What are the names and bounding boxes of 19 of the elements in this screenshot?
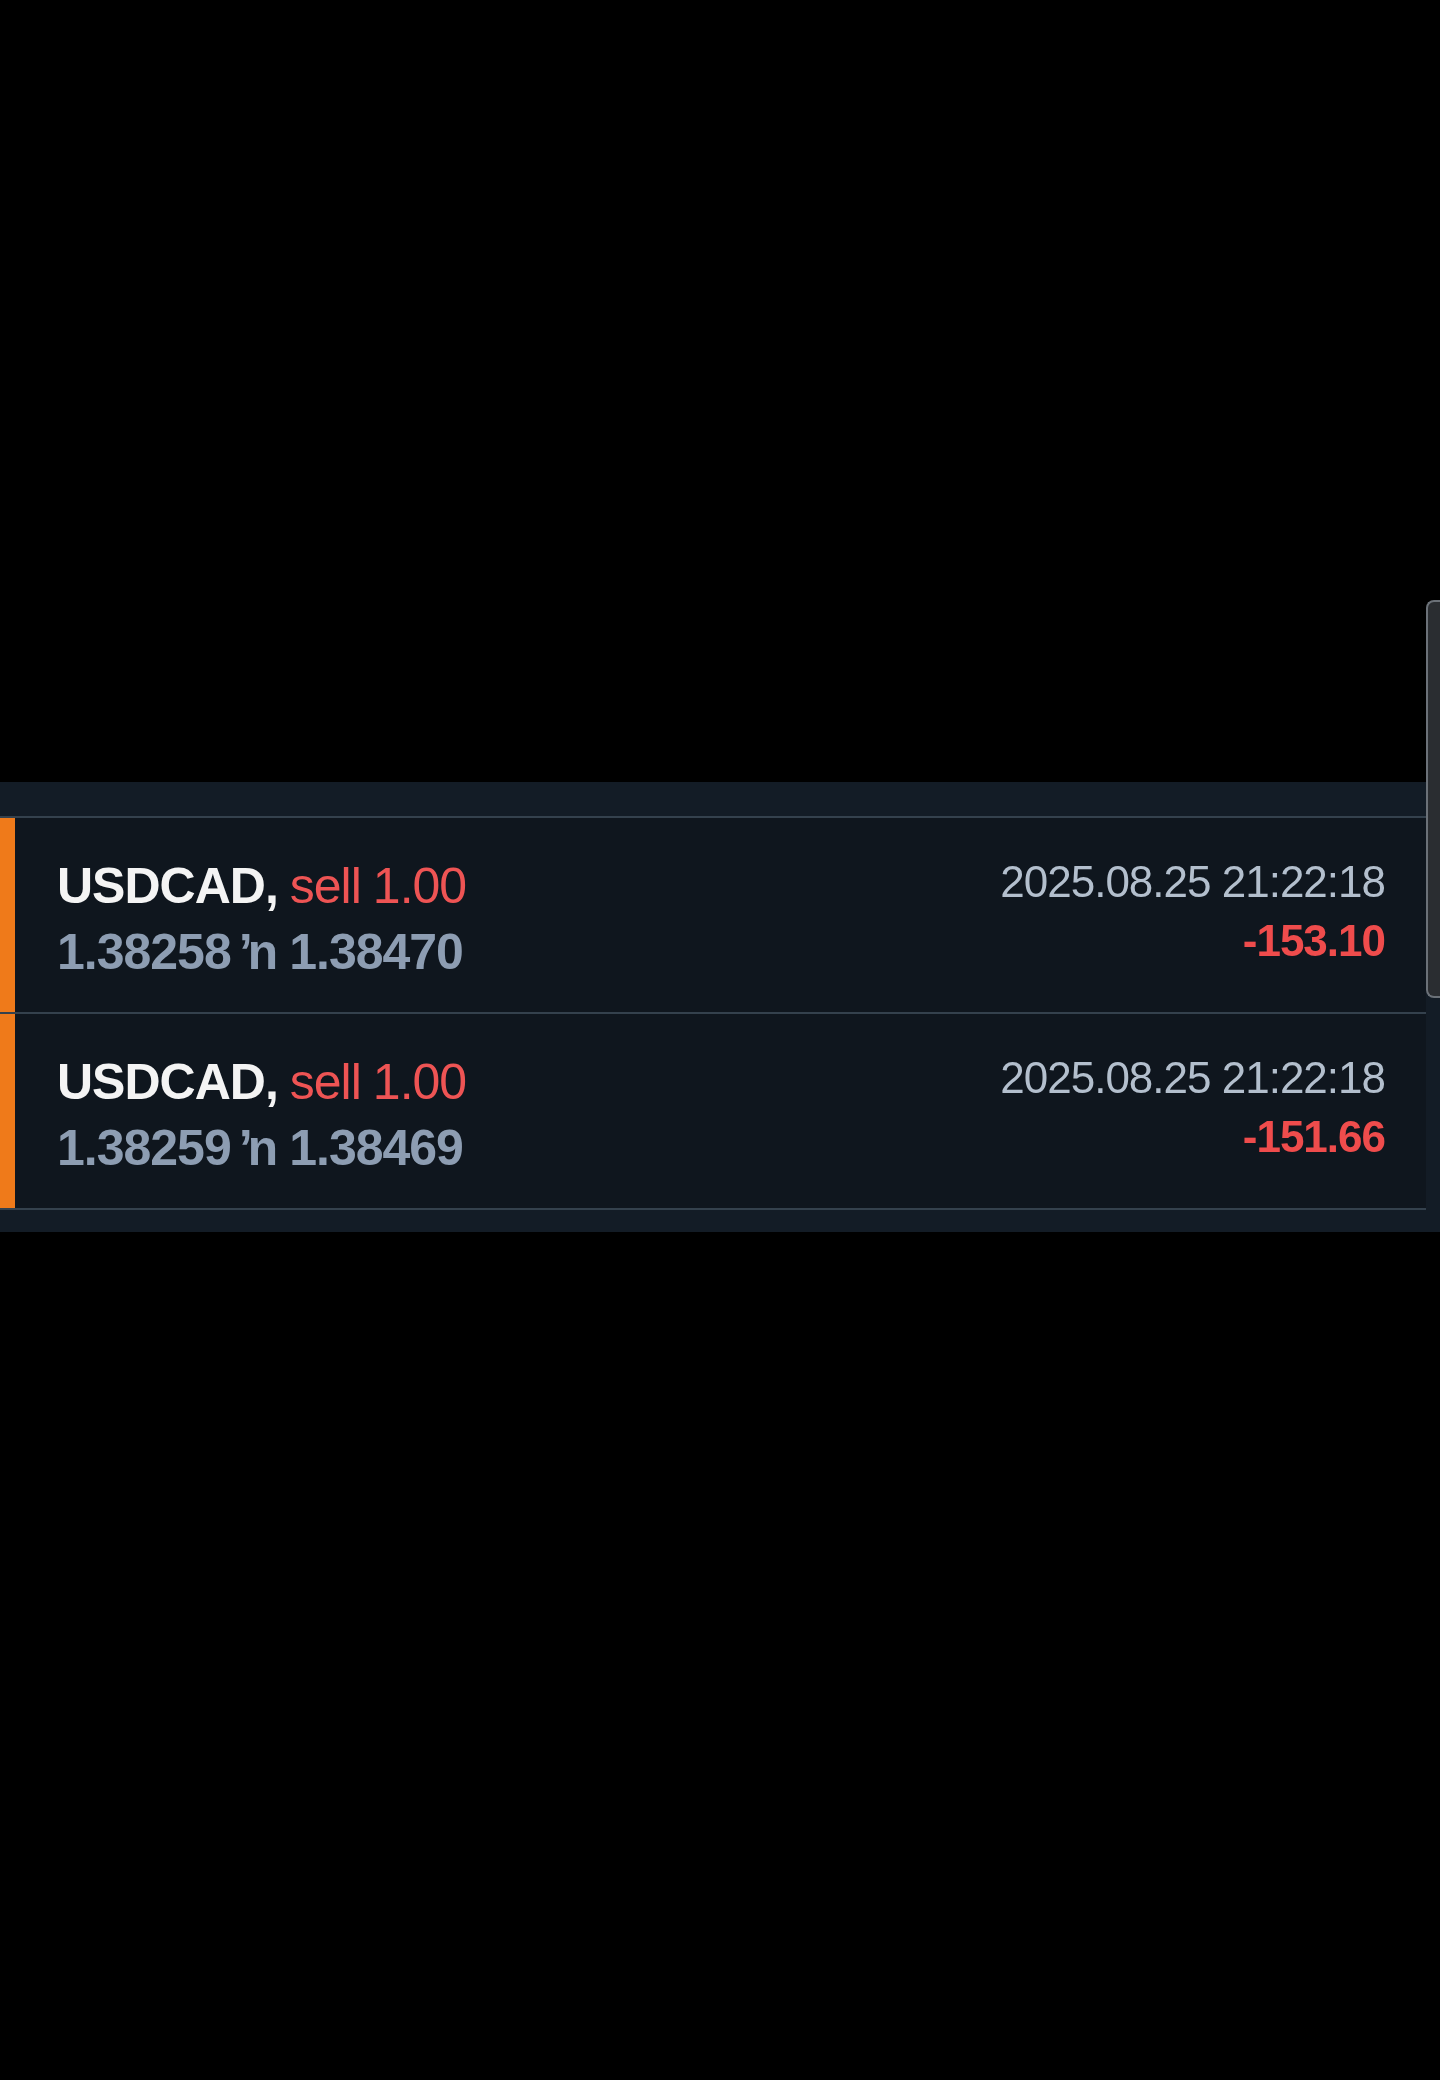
- symbol-text: USDCAD,: [57, 857, 278, 916]
- open-price: 1.38259: [57, 1119, 231, 1178]
- close-price: 1.38469: [289, 1119, 463, 1178]
- order-type: sell: [289, 1053, 361, 1112]
- profit-value: -151.66: [1242, 1110, 1385, 1163]
- close-price: 1.38470: [289, 923, 463, 982]
- arrow-text: ŉ: [242, 1119, 278, 1178]
- profit-value: -153.10: [1242, 914, 1385, 967]
- symbol-text: USDCAD,: [57, 1053, 278, 1112]
- open-time: 2025.08.25 21:22:18: [1000, 856, 1385, 908]
- order-type: sell: [289, 857, 361, 916]
- position-row[interactable]: USDCAD, sell 1.00 1.38259 ŉ 1.38469 2025.08.25 21:22:18 -151.66: [0, 1012, 1426, 1210]
- arrow-text: ŉ: [242, 923, 278, 982]
- open-price: 1.38258: [57, 923, 231, 982]
- volume-text: 1.00: [372, 857, 467, 916]
- volume-text: 1.00: [372, 1053, 467, 1112]
- position-row[interactable]: USDCAD, sell 1.00 1.38258 ŉ 1.38470 2025.08.25 21:22:18 -153.10: [0, 816, 1426, 1012]
- scrollbar[interactable]: [1426, 600, 1440, 998]
- open-time: 2025.08.25 21:22:18: [1000, 1052, 1385, 1104]
